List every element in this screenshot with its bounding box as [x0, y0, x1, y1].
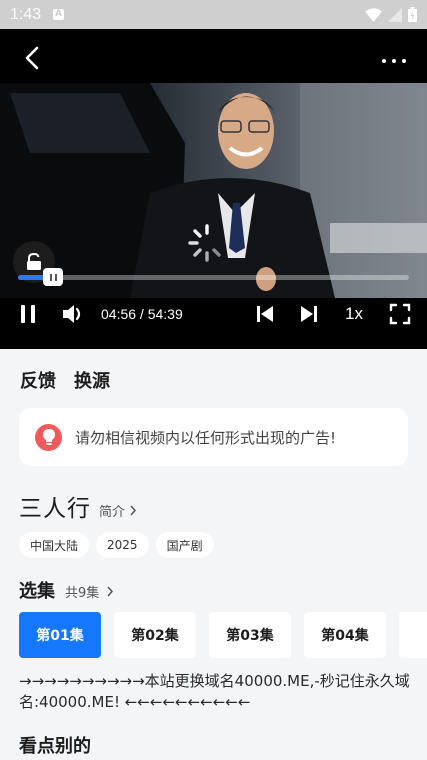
switch-source-tab[interactable]: 换源: [74, 367, 110, 393]
playback-time: 04:56 / 54:39: [101, 306, 183, 322]
intro-link[interactable]: 简介: [99, 501, 137, 520]
show-title: 三人行: [19, 496, 91, 522]
player-top-bar: [0, 29, 427, 83]
player-controls: 04:56 / 54:39 1x: [0, 295, 427, 335]
status-icons: [365, 7, 417, 22]
more-options-icon[interactable]: [381, 48, 407, 74]
seek-handle[interactable]: [43, 268, 63, 286]
ad-warning-notice: 请勿相信视频内以任何形式出现的广告!: [19, 408, 408, 466]
ad-warning-text: 请勿相信视频内以任何形式出现的广告!: [75, 428, 337, 447]
signal-icon: [388, 7, 402, 22]
loading-spinner-icon: [188, 224, 221, 262]
status-time: 1:43: [10, 5, 42, 23]
episode-button[interactable]: 第01集: [19, 612, 101, 658]
episode-count: 共9集: [65, 586, 100, 601]
pause-icon[interactable]: [18, 303, 38, 325]
battery-icon: [408, 7, 417, 22]
action-tabs: 反馈 换源: [20, 367, 110, 393]
episode-list[interactable]: 第01集 第02集 第03集 第04集: [19, 612, 427, 659]
video-frame[interactable]: [0, 83, 427, 298]
video-player[interactable]: 04:56 / 54:39 1x: [0, 29, 427, 349]
tag-genre: 国产剧: [155, 532, 214, 558]
show-title-row: 三人行 简介: [19, 489, 137, 523]
unlock-icon: [27, 253, 41, 270]
episode-button-partial[interactable]: [399, 612, 427, 658]
back-arrow-icon[interactable]: [20, 45, 46, 71]
episode-button[interactable]: 第02集: [114, 612, 196, 658]
chevron-right-icon: [107, 586, 114, 597]
episode-section-header[interactable]: 选集 共9集: [19, 577, 114, 603]
seek-bar[interactable]: [18, 268, 409, 286]
video-scene-image: [0, 83, 427, 298]
domain-change-notice: →→→→→→→→→→本站更换域名40000.ME,-秒记住永久域名:40000.…: [19, 672, 410, 711]
episode-button[interactable]: 第03集: [209, 612, 291, 658]
fullscreen-icon[interactable]: [389, 303, 411, 325]
volume-icon[interactable]: [61, 303, 85, 325]
previous-episode-icon[interactable]: [255, 303, 275, 325]
wifi-icon: [365, 7, 382, 22]
feedback-tab[interactable]: 反馈: [20, 367, 56, 393]
playback-speed-button[interactable]: 1x: [345, 304, 363, 324]
chevron-right-icon: [130, 505, 137, 516]
lightbulb-icon: [35, 423, 62, 451]
next-episode-icon[interactable]: [299, 303, 319, 325]
status-bar: 1:43 A: [0, 0, 427, 29]
episode-heading: 选集: [19, 581, 55, 602]
episode-button[interactable]: 第04集: [304, 612, 386, 658]
tag-year: 2025: [96, 532, 149, 558]
tag-region: 中国大陆: [19, 532, 90, 558]
show-tags: 中国大陆 2025 国产剧: [19, 532, 214, 558]
detail-panel: 反馈 换源 请勿相信视频内以任何形式出现的广告! 三人行 简介 中国大陆 202…: [0, 349, 427, 760]
recommend-heading: 看点别的: [19, 736, 91, 757]
notification-icon: A: [53, 9, 65, 20]
intro-label: 简介: [99, 505, 126, 520]
